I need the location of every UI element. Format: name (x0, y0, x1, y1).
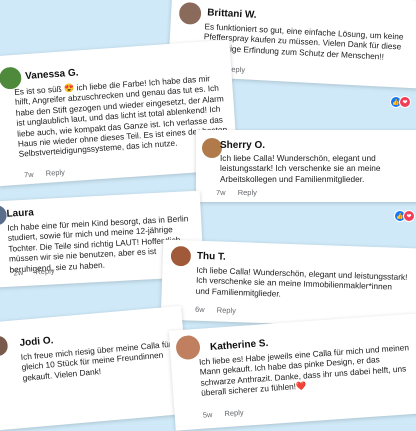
comment-meta: 2w Reply (13, 266, 54, 277)
heart-icon: ❤ (399, 96, 411, 108)
comment-time: 7w (23, 169, 34, 180)
comment-meta: 6w Reply (195, 305, 236, 315)
comment-text: Es funktioniert so gut, eine einfache Lö… (203, 21, 404, 62)
avatar-image (202, 138, 222, 158)
avatar-image (0, 335, 9, 357)
reply-link[interactable]: Reply (45, 168, 65, 178)
comment-time: 6w (194, 304, 205, 315)
commenter-name[interactable]: Brittani W. (207, 7, 257, 21)
comment-card-jodi: Jodi O. Ich freue mich riesig über meine… (0, 305, 191, 431)
avatar-image (175, 334, 201, 361)
comment-card-katherine: Katherine S. Ich liebe es! Habe jeweils … (168, 313, 416, 431)
comment-time: 5w (202, 410, 213, 420)
reply-link[interactable]: Reply (35, 266, 55, 276)
comment-time: 7w (216, 188, 226, 197)
avatar-katherine[interactable] (175, 334, 201, 361)
comment-meta: 7w Reply (216, 188, 257, 197)
avatar-image (178, 1, 202, 25)
avatar-brittani[interactable] (178, 1, 202, 25)
commenter-name[interactable]: Laura (6, 207, 34, 219)
commenter-name[interactable]: Sherry O. (220, 140, 265, 151)
comment-text: Ich liebe Calla! Wunderschön, elegant un… (220, 153, 381, 184)
comment-meta: 7w Reply (24, 168, 65, 180)
commenter-name[interactable]: Katherine S. (210, 338, 269, 353)
avatar-thu[interactable] (170, 245, 192, 267)
reactions-brittani[interactable]: 👍 ❤ (390, 96, 411, 108)
comment-text: Ich liebe Calla! Wunderschön, elegant un… (195, 264, 408, 299)
reply-link[interactable]: Reply (238, 188, 257, 197)
reply-link[interactable]: Reply (217, 305, 236, 315)
commenter-name[interactable]: Vanessa G. (25, 67, 79, 82)
heart-icon: ❤ (403, 210, 415, 222)
avatar-jodi[interactable] (0, 335, 9, 357)
comment-card-sherry: Sherry O. Ich liebe Calla! Wunderschön, … (196, 130, 416, 202)
reactions-sherry[interactable]: 👍 ❤ (394, 210, 415, 222)
comment-card-thu: Thu T. Ich liebe Calla! Wunderschön, ele… (160, 239, 416, 329)
avatar-sherry[interactable] (202, 138, 222, 158)
comment-meta: 5w Reply (202, 408, 243, 420)
comment-time: 2w (13, 267, 24, 278)
avatar-image (170, 245, 192, 267)
commenter-name[interactable]: Jodi O. (19, 335, 54, 349)
reply-link[interactable]: Reply (224, 408, 244, 418)
commenter-name[interactable]: Thu T. (197, 251, 226, 263)
